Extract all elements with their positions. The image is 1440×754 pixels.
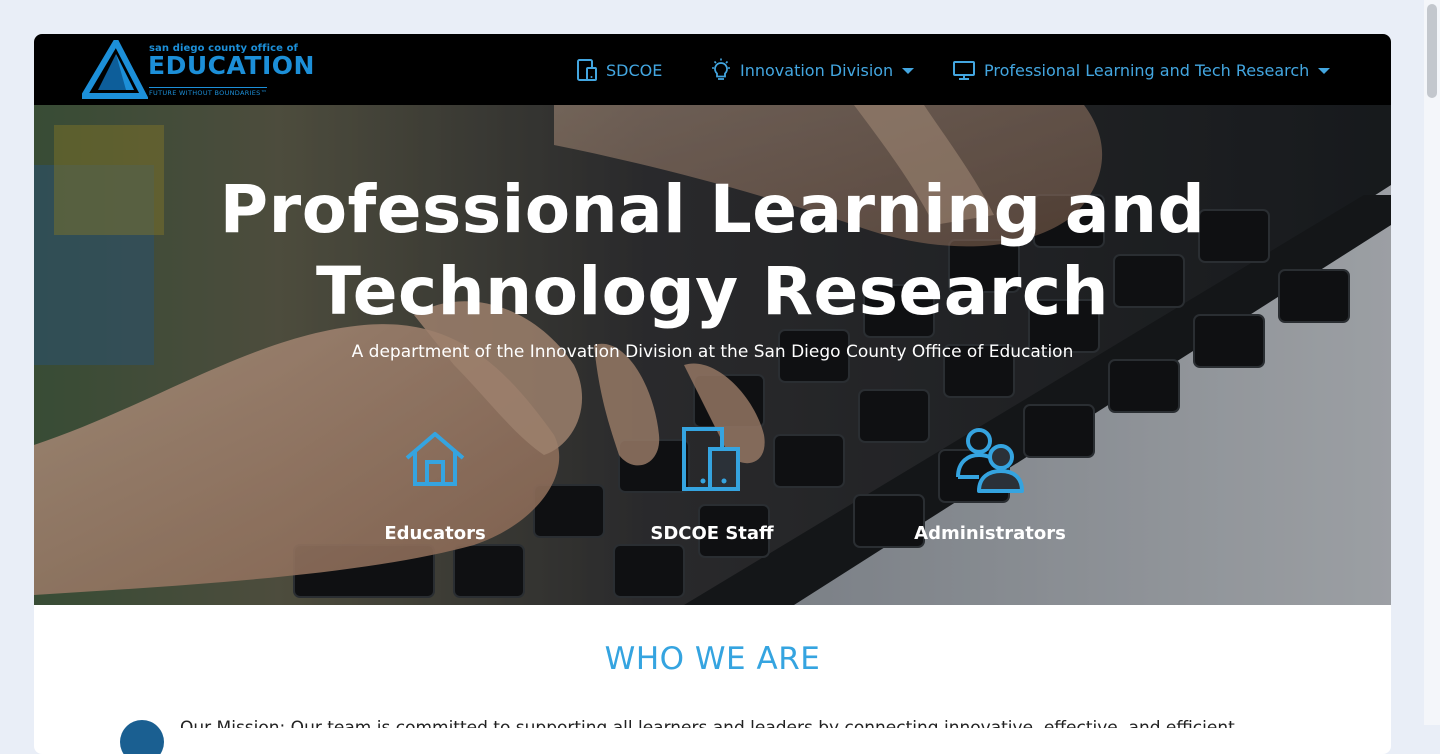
- logo-tagline: FUTURE WITHOUT BOUNDARIES™: [149, 87, 268, 97]
- scrollbar-thumb[interactable]: [1427, 4, 1437, 98]
- audience-label: Administrators: [914, 523, 1066, 544]
- hero-banner: Professional Learning and Technology Res…: [34, 105, 1391, 605]
- lightbulb-icon: [712, 58, 730, 80]
- chevron-down-icon: [1318, 68, 1331, 74]
- hero-title-line-1: Professional Learning and: [219, 171, 1206, 248]
- devices-icon: [682, 427, 740, 491]
- house-icon: [405, 432, 465, 486]
- chevron-down-icon: [902, 68, 915, 74]
- nav-item-pltr[interactable]: Professional Learning and Tech Research: [952, 56, 1331, 84]
- audience-sdcoe-staff[interactable]: SDCOE Staff: [602, 427, 822, 544]
- hero-subtitle: A department of the Innovation Division …: [351, 342, 1074, 362]
- top-navbar: san diego county office of EDUCATION FUT…: [34, 34, 1391, 105]
- nav-item-label: Professional Learning and Tech Research: [984, 60, 1310, 80]
- hero-title-line-2: Technology Research: [316, 253, 1109, 330]
- hero-title: Professional Learning and Technology Res…: [34, 169, 1391, 333]
- mission-avatar-icon: [120, 720, 164, 754]
- who-we-are-heading: WHO WE ARE: [604, 641, 821, 677]
- logo-main-text: EDUCATION: [148, 51, 315, 80]
- audience-administrators[interactable]: Administrators: [880, 427, 1100, 544]
- audience-label: Educators: [384, 523, 486, 544]
- monitor-icon: [953, 61, 975, 80]
- audience-educators[interactable]: Educators: [325, 427, 545, 544]
- tablet-phone-icon: [577, 59, 597, 81]
- users-icon: [956, 428, 1024, 493]
- sdcoe-logo[interactable]: san diego county office of EDUCATION FUT…: [82, 40, 315, 100]
- audience-label: SDCOE Staff: [650, 523, 774, 544]
- mission-intro-text: Our Mission: Our team is committed to su…: [180, 718, 1235, 728]
- page-scrollbar[interactable]: [1424, 0, 1440, 725]
- page-card: san diego county office of EDUCATION FUT…: [34, 34, 1391, 754]
- nav-item-sdcoe[interactable]: SDCOE: [576, 56, 662, 84]
- nav-item-label: Innovation Division: [740, 60, 894, 80]
- nav-item-label: SDCOE: [606, 60, 663, 80]
- triangle-logo-icon: [82, 40, 148, 99]
- nav-item-innovation-division[interactable]: Innovation Division: [710, 56, 915, 84]
